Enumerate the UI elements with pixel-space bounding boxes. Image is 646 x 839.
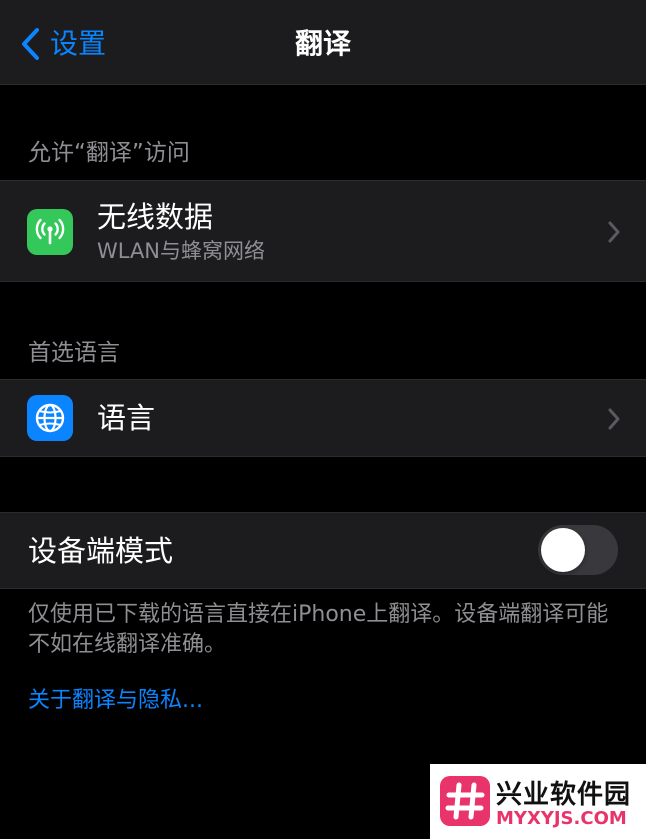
on-device-mode-label: 设备端模式 (28, 534, 174, 568)
watermark-name: 兴业软件园 (496, 780, 632, 810)
chevron-right-icon (606, 406, 622, 432)
page-title: 翻译 (294, 27, 351, 60)
on-device-group: 设备端模式 (0, 512, 646, 589)
wireless-data-title: 无线数据 (97, 200, 214, 234)
wireless-data-row[interactable]: 无线数据 WLAN与蜂窝网络 (0, 181, 646, 281)
translate-settings-screen: 设置 翻译 允许“翻译”访问 无线数据 WLAN与蜂窝网络 首选语言 语言 设备… (0, 0, 646, 839)
section-header-access: 允许“翻译”访问 (28, 140, 190, 166)
globe-icon (27, 395, 73, 441)
navigation-bar: 设置 翻译 (0, 0, 646, 85)
on-device-footer-text: 仅使用已下载的语言直接在iPhone上翻译。设备端翻译可能不如在线翻译准确。 (28, 602, 609, 657)
hash-logo-icon (440, 776, 490, 826)
language-row[interactable]: 语言 (0, 380, 646, 456)
language-group: 语言 (0, 379, 646, 457)
on-device-mode-toggle[interactable] (538, 525, 618, 575)
chevron-right-icon (606, 219, 622, 245)
watermark: 兴业软件园 MYXYJS.COM (430, 764, 646, 839)
section-header-preferred-language: 首选语言 (28, 340, 120, 366)
toggle-knob (541, 528, 585, 572)
language-title: 语言 (97, 401, 156, 435)
watermark-url: MYXYJS.COM (496, 808, 627, 829)
antenna-icon (27, 209, 73, 255)
wireless-data-subtitle: WLAN与蜂窝网络 (97, 239, 266, 263)
translate-privacy-link[interactable]: 关于翻译与隐私... (28, 686, 203, 716)
access-group: 无线数据 WLAN与蜂窝网络 (0, 180, 646, 282)
